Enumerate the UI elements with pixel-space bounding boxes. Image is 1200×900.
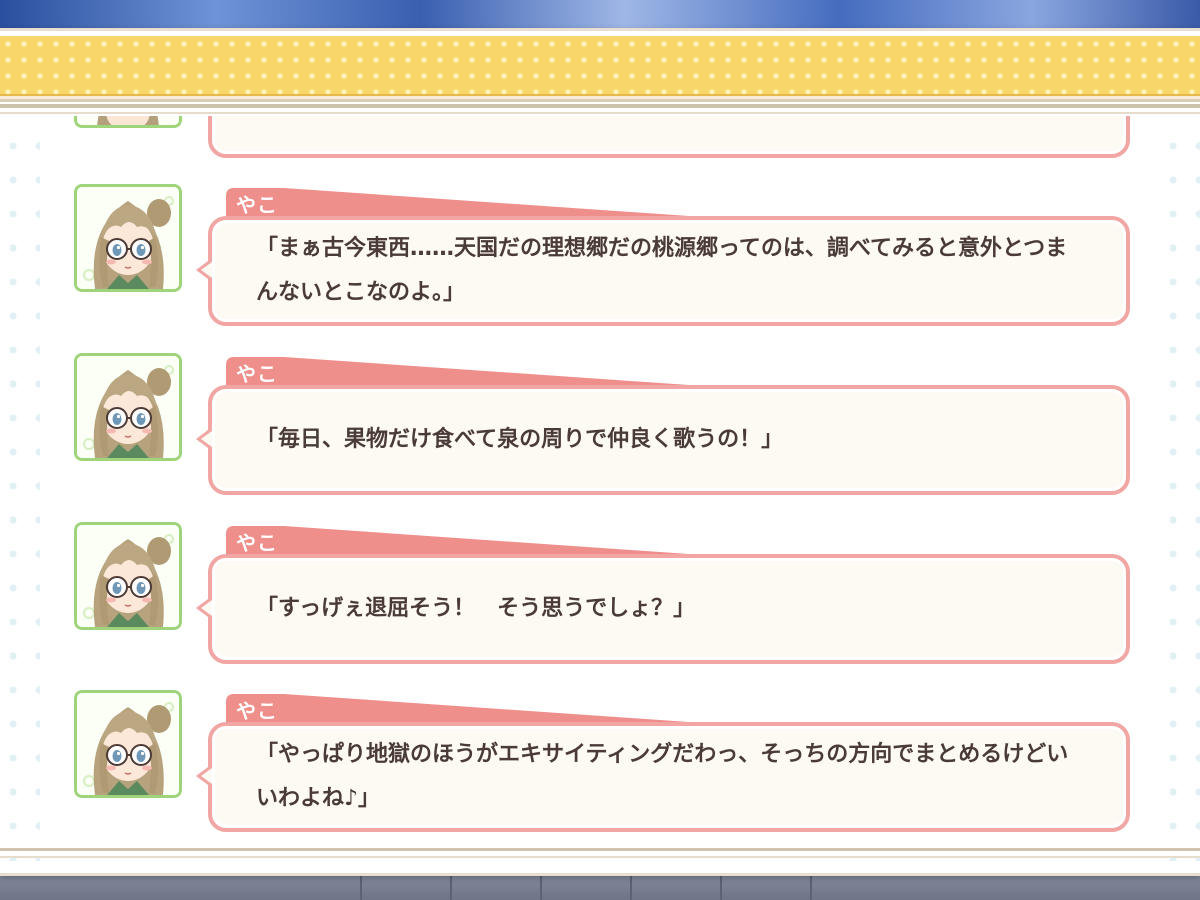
speaker-name-tab: やこ — [226, 355, 746, 389]
log-entry-2[interactable]: やこ 「毎日、果物だけ食べて泉の周りで仲良く歌うの！」 — [0, 353, 1200, 513]
speaker-name-tab: やこ — [226, 692, 746, 726]
character-portrait-icon — [74, 690, 182, 798]
log-entry-1[interactable]: やこ 「まぁ古今東西……天国だの理想郷だの桃源郷ってのは、調べてみると意外とつま… — [0, 184, 1200, 344]
speaker-name: やこ — [236, 699, 278, 723]
header-ribbon — [0, 36, 1200, 96]
dialogue-text: 「やっぱり地獄のほうがエキサイティングだわっ、そっちの方向でまとめるけどいいわよ… — [256, 742, 1069, 811]
dialogue-text: 「まぁ古今東西……天国だの理想郷だの桃源郷ってのは、調べてみると意外とつまんない… — [256, 236, 1068, 305]
dialogue-bubble: 「すっげぇ退屈そう！ そう思うでしょ？」 — [196, 554, 1130, 664]
speaker-name-tab: やこ — [226, 524, 746, 558]
speaker-name: やこ — [236, 193, 278, 217]
dialogue-text: 「すっげぇ退屈そう！ そう思うでしょ？」 — [256, 596, 696, 621]
dialogue-text: 「毎日、果物だけ食べて泉の周りで仲良く歌うの！」 — [256, 427, 784, 452]
header-divider — [0, 104, 1200, 108]
footer-divider — [0, 848, 1200, 851]
character-portrait-icon — [74, 353, 182, 461]
speaker-name-tab: やこ — [226, 186, 746, 220]
dialogue-bubble: 「やっぱり地獄のほうがエキサイティングだわっ、そっちの方向でまとめるけどいいわよ… — [196, 722, 1130, 832]
dialogue-bubble: 「まぁ古今東西……天国だの理想郷だの桃源郷ってのは、調べてみると意外とつまんない… — [196, 216, 1130, 326]
bubble-tail — [196, 596, 212, 620]
log-entry-3[interactable]: やこ 「すっげぇ退屈そう！ そう思うでしょ？」 — [0, 522, 1200, 682]
bubble-tail — [196, 427, 212, 451]
speaker-name: やこ — [236, 362, 278, 386]
character-portrait-icon — [74, 184, 182, 292]
speaker-name: やこ — [236, 531, 278, 555]
character-portrait-icon — [74, 522, 182, 630]
dialogue-bubble: 「毎日、果物だけ食べて泉の周りで仲良く歌うの！」 — [196, 385, 1130, 495]
bubble-tail — [196, 258, 212, 282]
bubble-tail — [196, 764, 212, 788]
log-entry-4[interactable]: やこ 「やっぱり地獄のほうがエキサイティングだわっ、そっちの方向でまとめるけどい… — [0, 690, 1200, 850]
footer-divider-thin — [0, 856, 1200, 858]
header-divider-thin — [0, 112, 1200, 114]
